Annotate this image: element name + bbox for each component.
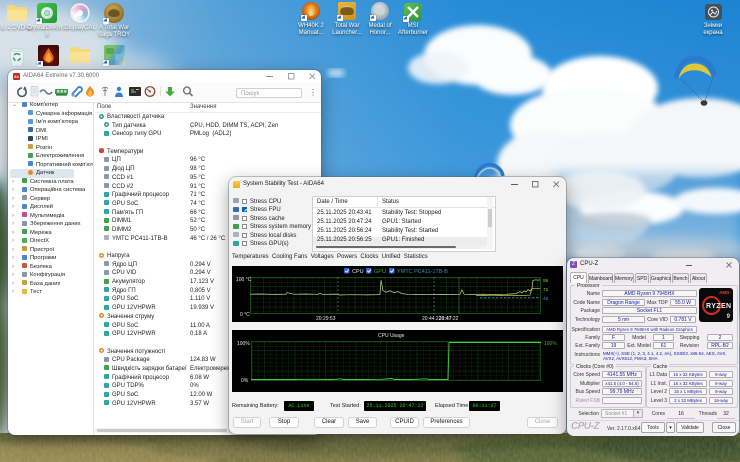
svg-text:100 °C: 100 °C — [236, 277, 252, 283]
svg-text:20:44:220:47:22: 20:44:220:47:22 — [422, 316, 459, 322]
svg-text:0%: 0% — [241, 378, 249, 384]
svg-text:95: 95 — [543, 278, 549, 284]
svg-text:CPU: CPU — [352, 269, 364, 275]
svg-text:100%: 100% — [544, 341, 557, 347]
svg-text:CPU Usage: CPU Usage — [378, 333, 405, 339]
svg-text:YMTC PC411-1TB-B: YMTC PC411-1TB-B — [397, 269, 448, 275]
svg-text:0 °C: 0 °C — [240, 312, 250, 318]
svg-text:71: 71 — [543, 287, 549, 293]
svg-text:46: 46 — [543, 296, 549, 302]
svg-text:100%: 100% — [237, 341, 250, 347]
svg-text:20:29:53: 20:29:53 — [316, 316, 336, 322]
svg-text:GPU: GPU — [374, 269, 386, 275]
